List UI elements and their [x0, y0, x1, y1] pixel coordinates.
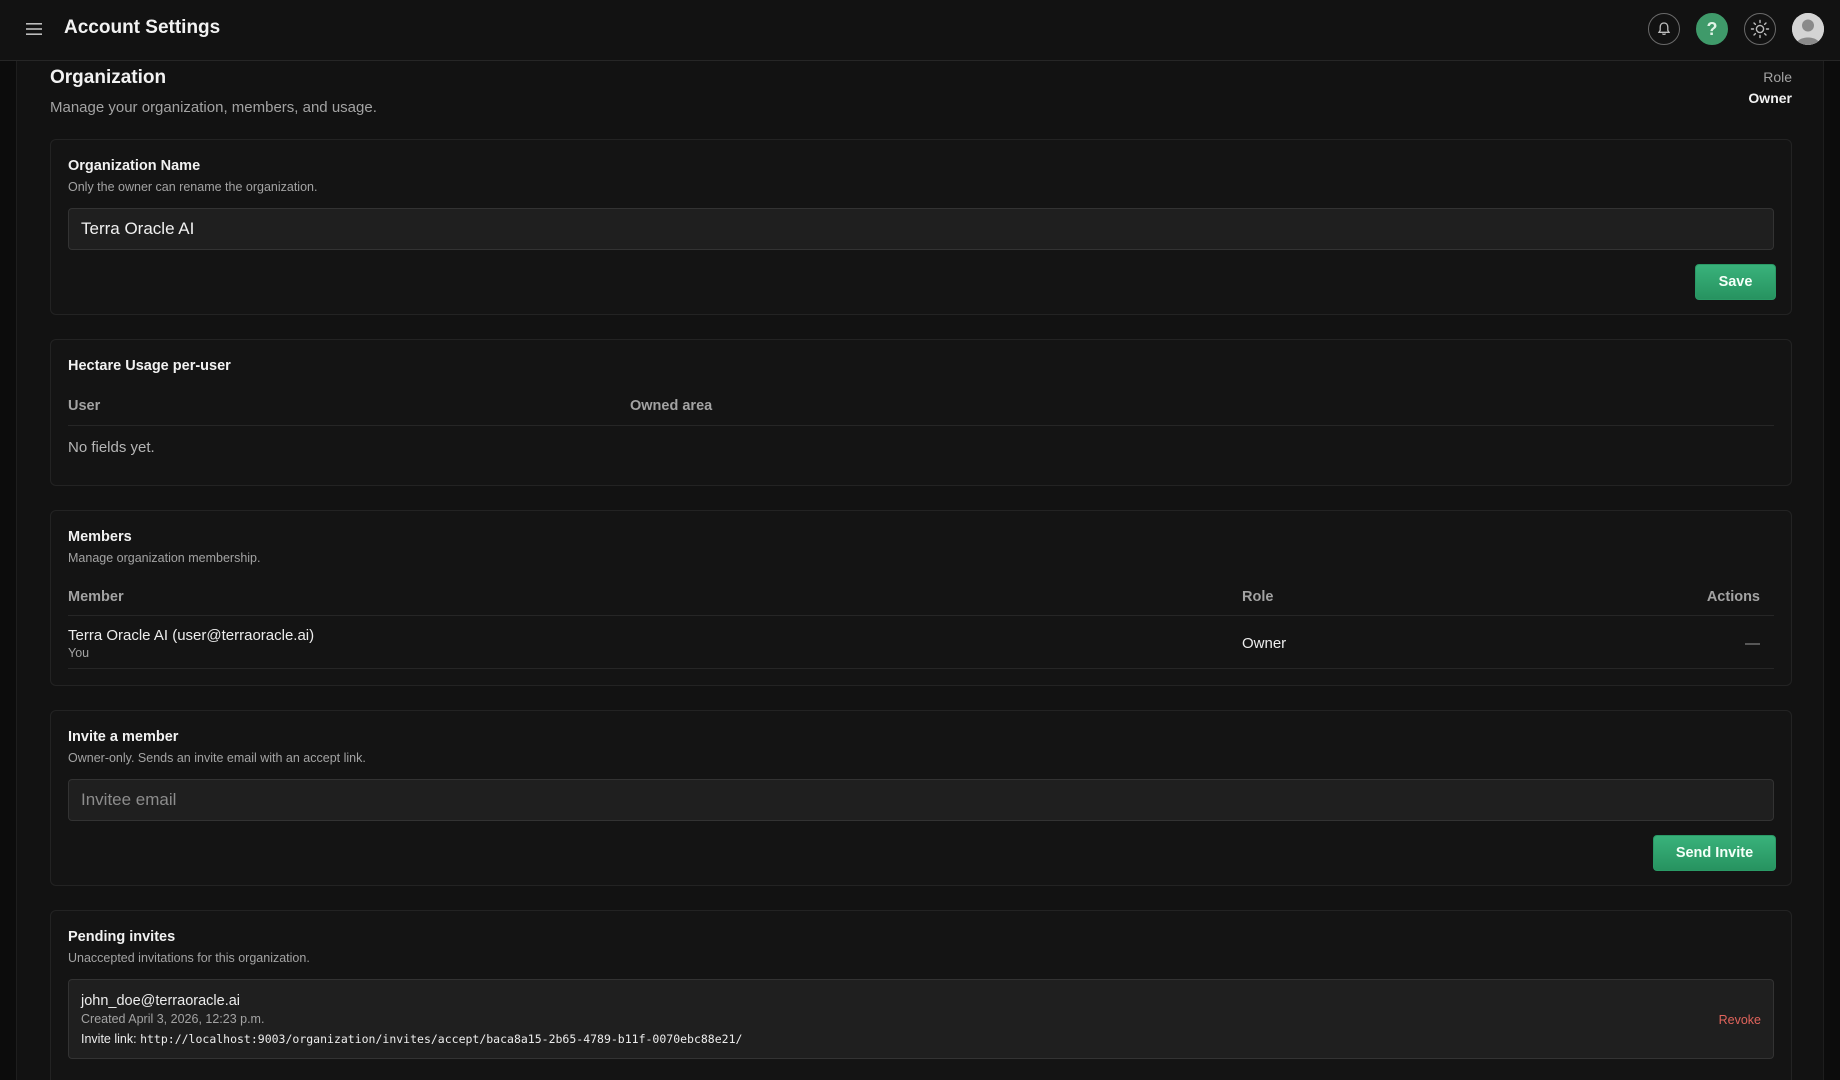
member-actions: — [1745, 635, 1760, 652]
member-name: Terra Oracle AI (user@terraoracle.ai) [68, 627, 315, 644]
pending-invite-item: john_doe@terraoracle.ai Created April 3,… [68, 979, 1774, 1059]
organization-name-subtitle: Only the owner can rename the organizati… [68, 180, 318, 194]
app-title: Account Settings [64, 17, 221, 38]
invite-email: john_doe@terraoracle.ai [81, 993, 241, 1009]
column-header-actions: Actions [1706, 589, 1760, 605]
members-subtitle: Manage organization membership. [68, 551, 261, 565]
top-icons: ? [1648, 13, 1824, 45]
role-summary: Role Owner [1748, 69, 1792, 106]
page-title: Organization [50, 67, 167, 88]
invite-subtitle: Owner-only. Sends an invite email with a… [68, 751, 366, 765]
hectare-usage-card: Hectare Usage per-user User Owned area N… [50, 339, 1792, 486]
column-header-user: User [68, 398, 101, 414]
column-header-member: Member [68, 589, 124, 605]
hectare-usage-title: Hectare Usage per-user [68, 358, 231, 374]
invite-title: Invite a member [68, 729, 179, 745]
bell-icon[interactable] [1648, 13, 1680, 45]
members-card: Members Manage organization membership. … [50, 510, 1792, 686]
pending-invites-card: Pending invites Unaccepted invitations f… [50, 910, 1792, 1080]
organization-name-title: Organization Name [68, 158, 201, 174]
page-header: Organization Manage your organization, m… [50, 67, 1792, 116]
invitee-email-input[interactable] [68, 779, 1774, 821]
send-invite-button[interactable]: Send Invite [1653, 835, 1776, 871]
invite-link[interactable]: http://localhost:9003/organization/invit… [140, 1032, 742, 1046]
invite-created: Created April 3, 2026, 12:23 p.m. [81, 1012, 265, 1026]
page-subtitle: Manage your organization, members, and u… [50, 99, 377, 116]
help-icon[interactable]: ? [1696, 13, 1728, 45]
help-glyph: ? [1706, 18, 1718, 39]
menu-icon[interactable] [24, 19, 44, 39]
table-divider [68, 615, 1774, 616]
member-role: Owner [1242, 635, 1287, 652]
table-divider [68, 425, 1774, 426]
top-bar: Account Settings ? [0, 0, 1840, 61]
sun-icon[interactable] [1744, 13, 1776, 45]
organization-name-card: Organization Name Only the owner can ren… [50, 139, 1792, 315]
user-avatar-icon[interactable] [1792, 13, 1824, 45]
main-content: Organization Manage your organization, m… [16, 61, 1824, 1080]
column-header-owned-area: Owned area [630, 398, 713, 414]
save-button[interactable]: Save [1695, 264, 1776, 300]
invite-link-label: Invite link: [81, 1032, 137, 1046]
invite-member-card: Invite a member Owner-only. Sends an inv… [50, 710, 1792, 886]
pending-invites-subtitle: Unaccepted invitations for this organiza… [68, 951, 310, 965]
empty-state-text: No fields yet. [68, 439, 155, 456]
role-value: Owner [1748, 90, 1792, 106]
pending-invites-title: Pending invites [68, 929, 176, 945]
organization-name-input[interactable] [68, 208, 1774, 250]
role-label: Role [1763, 69, 1792, 85]
invite-link-row: Invite link: http://localhost:9003/organ… [81, 1032, 742, 1046]
revoke-button[interactable]: Revoke [1719, 1013, 1761, 1027]
member-note: You [68, 646, 90, 660]
members-title: Members [68, 529, 132, 545]
column-header-role: Role [1242, 589, 1274, 605]
table-divider [68, 668, 1774, 669]
